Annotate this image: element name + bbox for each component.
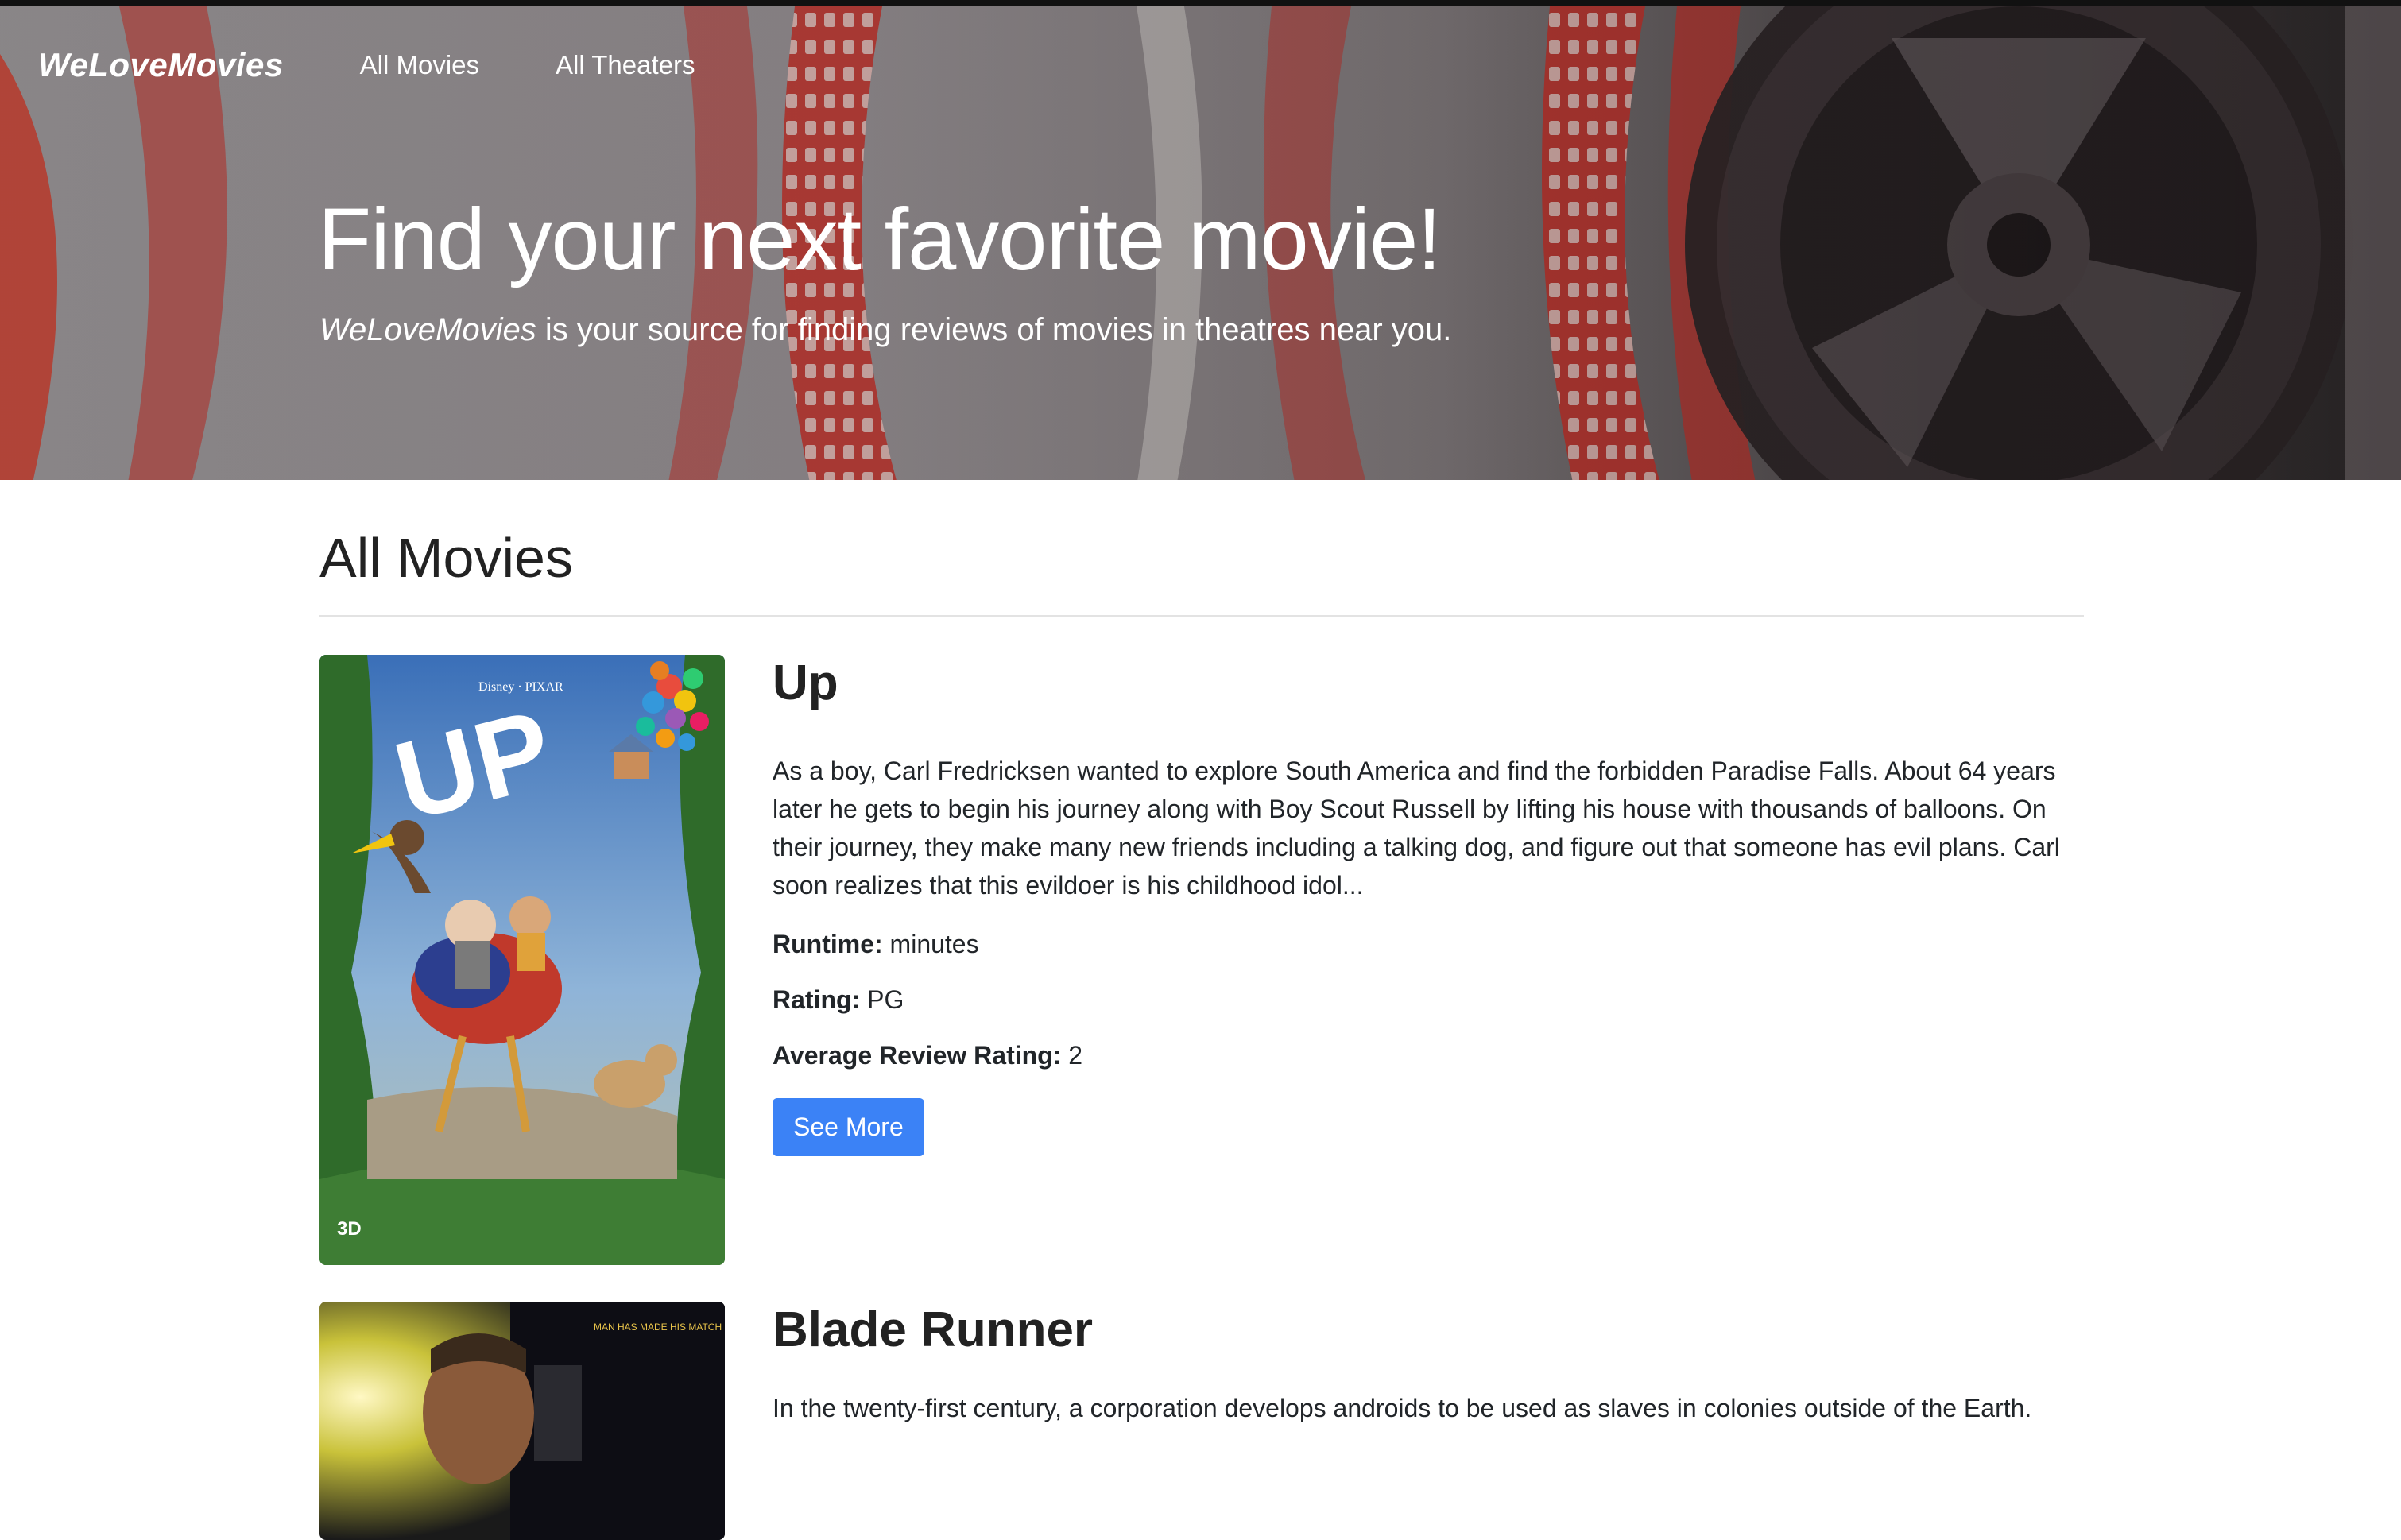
- poster-up-format: 3D: [337, 1218, 362, 1240]
- nav-all-theaters[interactable]: All Theaters: [556, 50, 695, 80]
- movie-average-review: Average Review Rating: 2: [773, 1039, 2084, 1071]
- movie-title: Blade Runner: [773, 1302, 1094, 1357]
- movie-details: Blade Runner In the twenty-first century…: [773, 1302, 2084, 1427]
- movie-description: As a boy, Carl Fredricksen wanted to exp…: [773, 756, 2060, 900]
- brand-logo[interactable]: WeLoveMovies: [38, 46, 284, 84]
- nav-all-movies[interactable]: All Movies: [360, 50, 479, 80]
- poster-up-image: UP Disney · PIXAR 3D: [319, 655, 725, 1265]
- poster-up-studio: Disney · PIXAR: [478, 680, 563, 694]
- movie-description: In the twenty-first century, a corporati…: [773, 1394, 2032, 1423]
- hero-subtitle: WeLoveMovies is your source for finding …: [319, 312, 1451, 348]
- average-review-value: 2: [1061, 1041, 1083, 1070]
- hero-subtitle-text: is your source for finding reviews of mo…: [536, 312, 1452, 347]
- runtime-label: Runtime:: [773, 930, 883, 959]
- average-review-label: Average Review Rating:: [773, 1041, 1062, 1070]
- movie-card: MAN HAS MADE HIS MATCH NOW IT'S HIS PROB…: [319, 1302, 2084, 1540]
- top-navbar: WeLoveMovies All Movies All Theaters: [38, 46, 695, 84]
- main-content: All Movies UP Disney · PIXAR 3D Up As a …: [319, 480, 2084, 1540]
- movie-details: Up As a boy, Carl Fredricksen wanted to …: [773, 655, 2084, 1157]
- movie-card: UP Disney · PIXAR 3D Up As a boy, Carl F…: [319, 617, 2084, 1265]
- hero-subtitle-brand: WeLoveMovies: [319, 312, 536, 347]
- section-title: All Movies: [319, 527, 573, 589]
- rating-label: Rating:: [773, 985, 861, 1015]
- poster-blade-runner-tagline: MAN HAS MADE HIS MATCH NOW IT'S HIS PROB…: [594, 1321, 725, 1333]
- see-more-button[interactable]: See More: [773, 1098, 924, 1157]
- movie-rating: Rating: PG: [773, 984, 2084, 1016]
- rating-value: PG: [860, 985, 904, 1015]
- hero-banner: WeLoveMovies All Movies All Theaters Fin…: [0, 0, 2401, 480]
- movie-poster-blade-runner[interactable]: MAN HAS MADE HIS MATCH NOW IT'S HIS PROB…: [319, 1302, 725, 1540]
- hero-title: Find your next favorite movie!: [318, 191, 1442, 288]
- movie-poster-up[interactable]: UP Disney · PIXAR 3D: [319, 655, 725, 1265]
- poster-blade-runner-image: MAN HAS MADE HIS MATCH NOW IT'S HIS PROB…: [319, 1302, 725, 1540]
- runtime-value: minutes: [882, 930, 979, 959]
- movie-runtime: Runtime: minutes: [773, 928, 2084, 960]
- movie-title: Up: [773, 656, 838, 710]
